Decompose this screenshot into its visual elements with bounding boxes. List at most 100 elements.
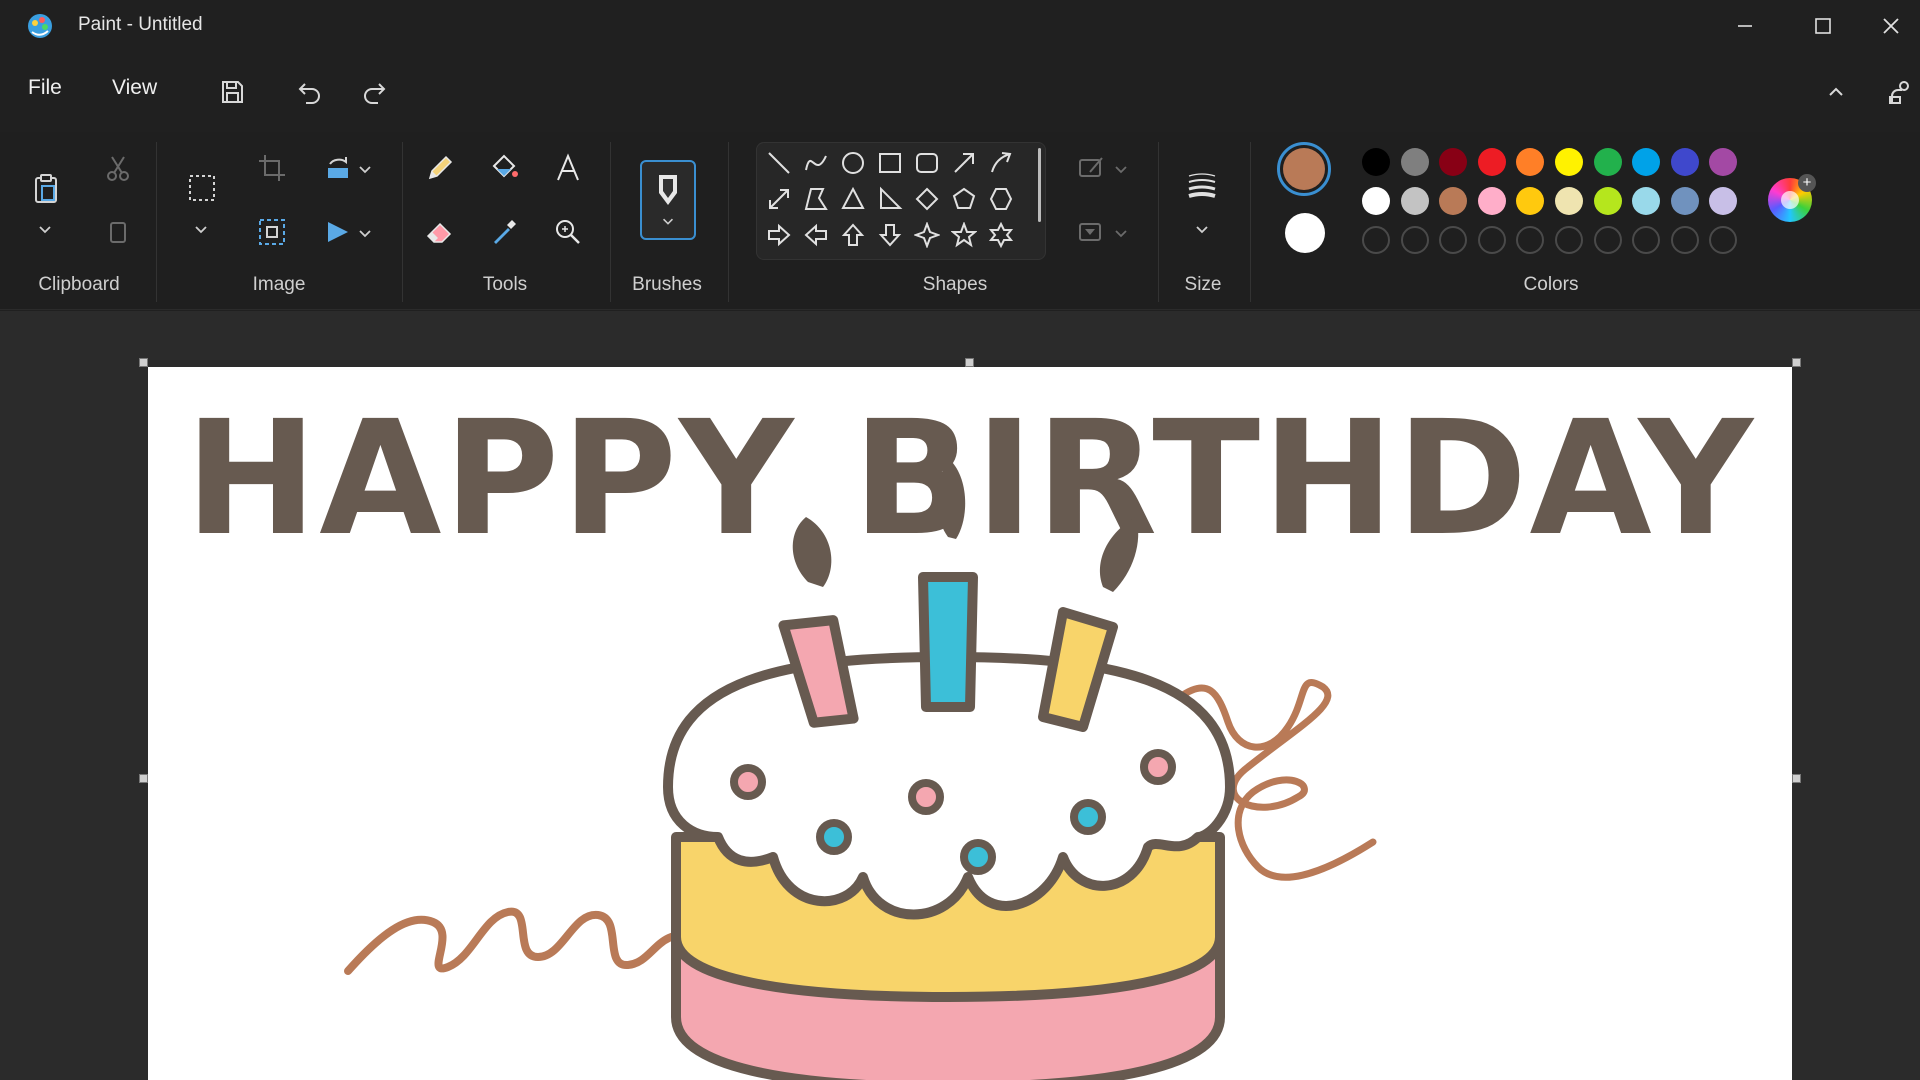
- primary-color-button[interactable]: [1277, 142, 1331, 196]
- paste-button[interactable]: [22, 164, 70, 212]
- shapes-scrollbar[interactable]: [1038, 148, 1041, 222]
- flip-button[interactable]: [316, 210, 360, 254]
- custom-color-slot[interactable]: [1670, 226, 1699, 254]
- brushes-group-label: Brushes: [632, 274, 702, 295]
- right-arrow-shape[interactable]: [762, 218, 796, 252]
- save-button[interactable]: [212, 72, 252, 112]
- drawing-canvas[interactable]: HAPPY BIRTHDAY: [148, 367, 1792, 1080]
- right-triangle-shape[interactable]: [873, 182, 907, 216]
- line-shape[interactable]: [762, 146, 796, 180]
- fill-style-button[interactable]: [1070, 210, 1114, 254]
- six-point-star-shape[interactable]: [984, 218, 1018, 252]
- fill-chevron-down-icon[interactable]: [1112, 224, 1130, 242]
- left-arrow-shape[interactable]: [799, 218, 833, 252]
- palette-swatch[interactable]: [1439, 148, 1468, 176]
- palette-swatch[interactable]: [1439, 187, 1468, 215]
- down-arrow-shape[interactable]: [873, 218, 907, 252]
- triangle-icon: [841, 186, 865, 209]
- palette-swatch[interactable]: [1593, 148, 1622, 176]
- palette-swatch[interactable]: [1670, 148, 1699, 176]
- undo-icon: [298, 83, 320, 104]
- outline-button[interactable]: [1070, 146, 1114, 190]
- select-button[interactable]: [178, 164, 226, 212]
- palette-swatch[interactable]: [1593, 187, 1622, 215]
- diamond-shape[interactable]: [910, 182, 944, 216]
- resize-handle-right[interactable]: [1792, 774, 1801, 783]
- ribbon-separator: [1250, 142, 1251, 302]
- resize-handle-top-right[interactable]: [1792, 358, 1801, 367]
- palette-swatch[interactable]: [1632, 187, 1661, 215]
- resize-handle-top[interactable]: [965, 358, 974, 367]
- file-menu[interactable]: File: [28, 76, 62, 100]
- custom-color-slot[interactable]: [1555, 226, 1583, 254]
- triangle-shape[interactable]: [836, 182, 870, 216]
- view-menu[interactable]: View: [112, 76, 157, 100]
- palette-swatch[interactable]: [1477, 148, 1506, 176]
- pentagon-shape[interactable]: [947, 182, 981, 216]
- fill-tool[interactable]: [482, 146, 526, 190]
- four-point-star-shape[interactable]: [910, 218, 944, 252]
- curve-shape[interactable]: [799, 146, 833, 180]
- left-arrow-icon: [804, 223, 827, 247]
- hexagon-shape[interactable]: [984, 182, 1018, 216]
- rotate-button[interactable]: [316, 146, 360, 190]
- palette-swatch[interactable]: [1555, 187, 1583, 215]
- palette-swatch[interactable]: [1362, 187, 1390, 215]
- undo-button[interactable]: [290, 72, 330, 112]
- brushes-button[interactable]: [640, 160, 696, 240]
- magnifier-tool[interactable]: [546, 210, 590, 254]
- secondary-color-button[interactable]: [1285, 213, 1325, 253]
- double-arrow-shape[interactable]: [762, 182, 796, 216]
- palette-swatch[interactable]: [1555, 148, 1583, 176]
- palette-swatch[interactable]: [1362, 148, 1390, 176]
- outline-chevron-down-icon[interactable]: [1112, 160, 1130, 178]
- cut-button[interactable]: [96, 146, 140, 190]
- polygon-shape[interactable]: [799, 182, 833, 216]
- rotate-chevron-down-icon[interactable]: [356, 160, 374, 178]
- close-button[interactable]: [1862, 0, 1920, 52]
- size-chevron-down-icon[interactable]: [1193, 220, 1211, 238]
- custom-color-slot[interactable]: [1632, 226, 1661, 254]
- arrow-shape[interactable]: [947, 146, 981, 180]
- up-arrow-shape[interactable]: [836, 218, 870, 252]
- rectangle-shape[interactable]: [873, 146, 907, 180]
- paste-chevron-down-icon[interactable]: [36, 220, 54, 238]
- five-point-star-shape[interactable]: [947, 218, 981, 252]
- custom-color-slot[interactable]: [1439, 226, 1468, 254]
- copy-button[interactable]: [96, 210, 140, 254]
- minimize-button[interactable]: [1706, 0, 1784, 52]
- rounded-rectangle-icon: [916, 153, 938, 173]
- size-button[interactable]: [1180, 164, 1224, 208]
- custom-color-slot[interactable]: [1362, 226, 1390, 254]
- rectangle-icon: [879, 153, 901, 173]
- custom-color-slot[interactable]: [1477, 226, 1506, 254]
- palette-swatch[interactable]: [1670, 187, 1699, 215]
- resize-handle-top-left[interactable]: [139, 358, 148, 367]
- resize-handle-left[interactable]: [139, 774, 148, 783]
- text-tool[interactable]: [546, 146, 590, 190]
- share-button[interactable]: [1880, 72, 1920, 112]
- select-chevron-down-icon[interactable]: [192, 220, 210, 238]
- palette-swatch[interactable]: [1400, 148, 1429, 176]
- rectangle-select-icon: [189, 175, 215, 201]
- down-arrow-icon: [878, 224, 902, 247]
- resize-button[interactable]: [250, 210, 294, 254]
- redo-button[interactable]: [354, 72, 394, 112]
- maximize-button[interactable]: [1784, 0, 1862, 52]
- crop-button[interactable]: [250, 146, 294, 190]
- custom-color-slot[interactable]: [1593, 226, 1622, 254]
- oval-shape[interactable]: [836, 146, 870, 180]
- window-title: Paint - Untitled: [78, 14, 203, 35]
- curved-arrow-shape[interactable]: [984, 146, 1018, 180]
- ribbon-separator: [728, 142, 729, 302]
- color-picker-tool[interactable]: [482, 210, 526, 254]
- custom-color-slot[interactable]: [1400, 226, 1429, 254]
- rounded-rectangle-shape[interactable]: [910, 146, 944, 180]
- eraser-tool[interactable]: [418, 210, 462, 254]
- pencil-tool[interactable]: [418, 146, 462, 190]
- palette-swatch[interactable]: [1400, 187, 1429, 215]
- flip-chevron-down-icon[interactable]: [356, 224, 374, 242]
- palette-swatch[interactable]: [1632, 148, 1661, 176]
- palette-swatch[interactable]: [1477, 187, 1506, 215]
- collapse-ribbon-button[interactable]: [1816, 72, 1856, 112]
